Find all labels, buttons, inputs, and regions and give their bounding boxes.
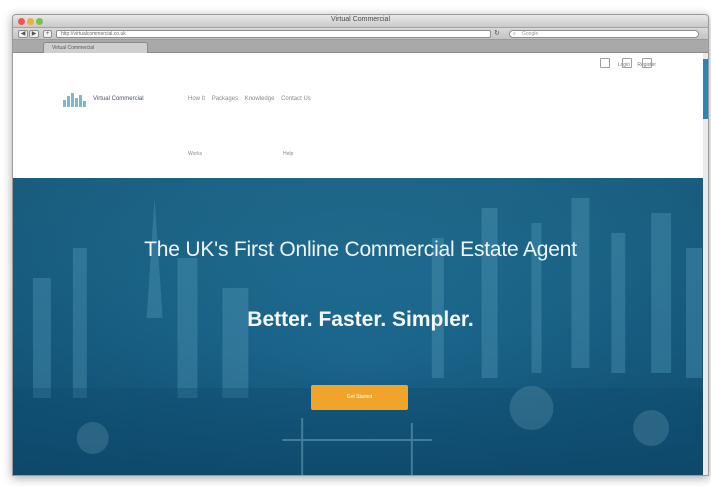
hero-tagline: Better. Faster. Simpler. [247,308,474,331]
nav-item-contact-us[interactable]: Contact Us [281,96,311,102]
tab-bar: Virtual Commercial [13,40,708,53]
logo-text: Virtual Commercial [93,96,144,102]
browser-toolbar: ◀ ▶ + http://virtualcommercial.co.uk ↻ ⌕… [13,28,708,40]
nav-item-help[interactable]: Help [283,151,293,157]
page-scrollbar[interactable] [703,53,708,475]
address-bar[interactable]: http://virtualcommercial.co.uk [56,30,491,38]
nav-item-how-it[interactable]: How It [188,96,205,102]
back-button[interactable]: ◀ [18,30,28,38]
scrollbar-thumb[interactable] [703,59,708,119]
web-page: Login Register Virtual Commercial How It… [13,53,708,475]
get-started-button[interactable]: Get Started [311,385,408,410]
title-bar: Virtual Commercial [13,15,708,28]
main-navigation: How It Packages Knowledge Contact Us [188,96,316,102]
search-placeholder: Google [522,31,539,37]
twitter-icon[interactable] [622,58,632,68]
search-input[interactable]: ⌕ Google [509,30,699,38]
logo-skyline-icon [63,93,89,107]
nav-item-knowledge[interactable]: Knowledge [245,96,275,102]
nav-item-packages[interactable]: Packages [212,96,238,102]
reload-icon[interactable]: ↻ [494,30,500,38]
browser-window: Virtual Commercial ◀ ▶ + http://virtualc… [12,14,709,476]
linkedin-icon[interactable] [642,58,652,68]
add-bookmark-button[interactable]: + [43,30,52,38]
browser-tab[interactable]: Virtual Commercial [43,42,148,53]
forward-button[interactable]: ▶ [29,30,39,38]
search-icon: ⌕ [513,31,516,37]
nav-item-works[interactable]: Works [188,151,202,157]
hero-headline: The UK's First Online Commercial Estate … [144,238,577,261]
hero-banner: The UK's First Online Commercial Estate … [13,178,708,475]
window-title: Virtual Commercial [331,16,390,23]
facebook-icon[interactable] [600,58,610,68]
